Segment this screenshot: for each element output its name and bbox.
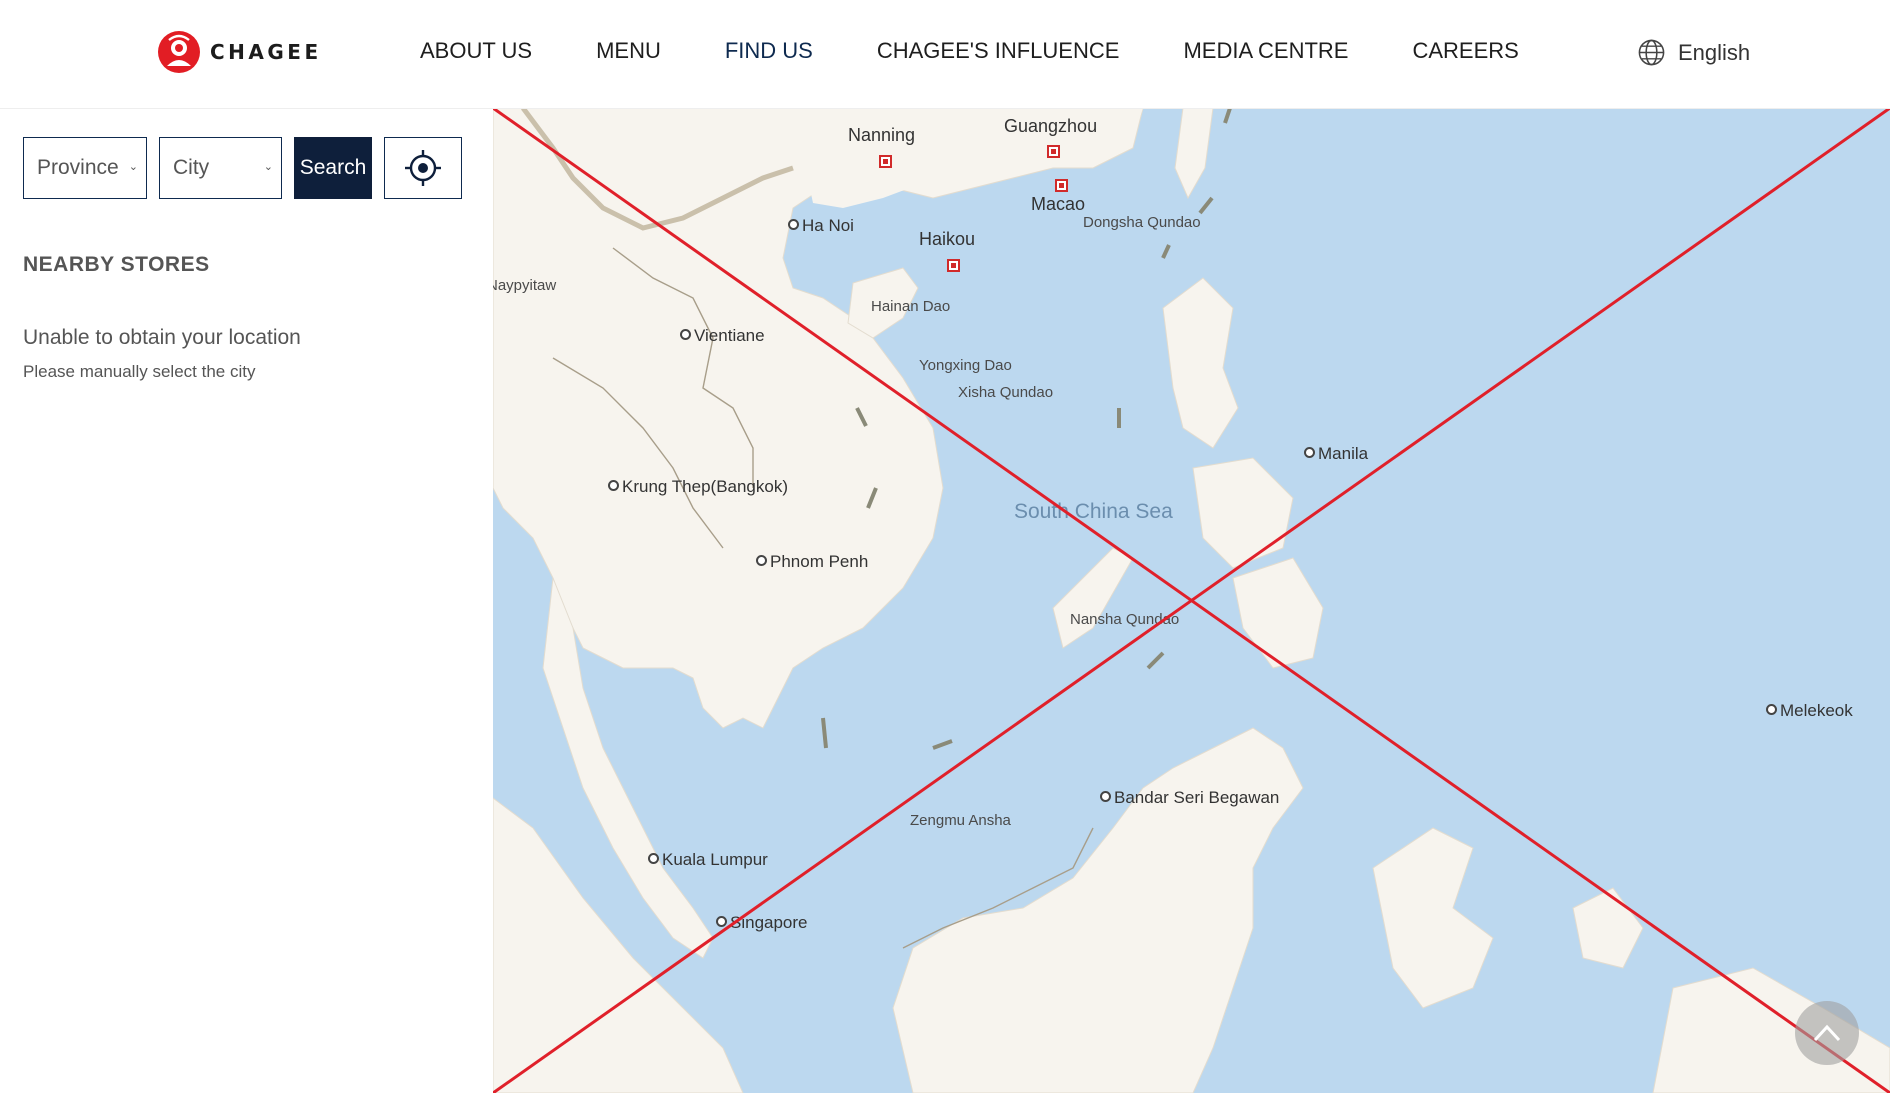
chevron-up-icon [1813,1024,1841,1042]
store-finder-panel: Province ⌄ City ⌄ Search NEARBY STORES U… [0,108,493,1093]
language-switcher[interactable]: English [1637,38,1750,67]
city-select-value: City [173,156,210,179]
nav-chagees-influence[interactable]: CHAGEE'S INFLUENCE [877,38,1120,64]
province-select-value: Province [37,156,119,179]
crosshair-icon [405,150,441,186]
brand-name: CHAGEE [210,40,322,64]
city-select[interactable]: City ⌄ [159,137,282,199]
locate-me-button[interactable] [384,137,462,199]
location-hint: Please manually select the city [23,362,256,381]
nearby-stores-title: NEARBY STORES [23,253,210,276]
nav-find-us[interactable]: FIND US [725,38,813,64]
nav-menu[interactable]: MENU [596,38,661,64]
province-select[interactable]: Province ⌄ [23,137,147,199]
globe-icon [1638,39,1665,66]
nav-careers[interactable]: CAREERS [1412,38,1518,64]
nav-media-centre[interactable]: MEDIA CENTRE [1183,38,1348,64]
site-header: CHAGEE ABOUT US MENU FIND US CHAGEE'S IN… [0,0,1890,109]
search-button[interactable]: Search [294,137,372,199]
language-label: English [1678,39,1751,65]
chevron-down-icon: ⌄ [128,161,138,173]
location-status: Unable to obtain your location [23,326,301,349]
map-unavailable-cross [493,108,1890,1093]
chagee-logo-icon [158,31,200,73]
nav-about-us[interactable]: ABOUT US [420,38,532,64]
main-nav: ABOUT US MENU FIND US CHAGEE'S INFLUENCE… [420,38,1583,64]
chevron-down-icon: ⌄ [263,161,273,173]
store-map[interactable]: Nanning Guangzhou Macao Dongsha Qundao H… [493,108,1890,1093]
brand-logo[interactable]: CHAGEE [157,29,322,75]
back-to-top-button[interactable] [1795,1001,1859,1065]
